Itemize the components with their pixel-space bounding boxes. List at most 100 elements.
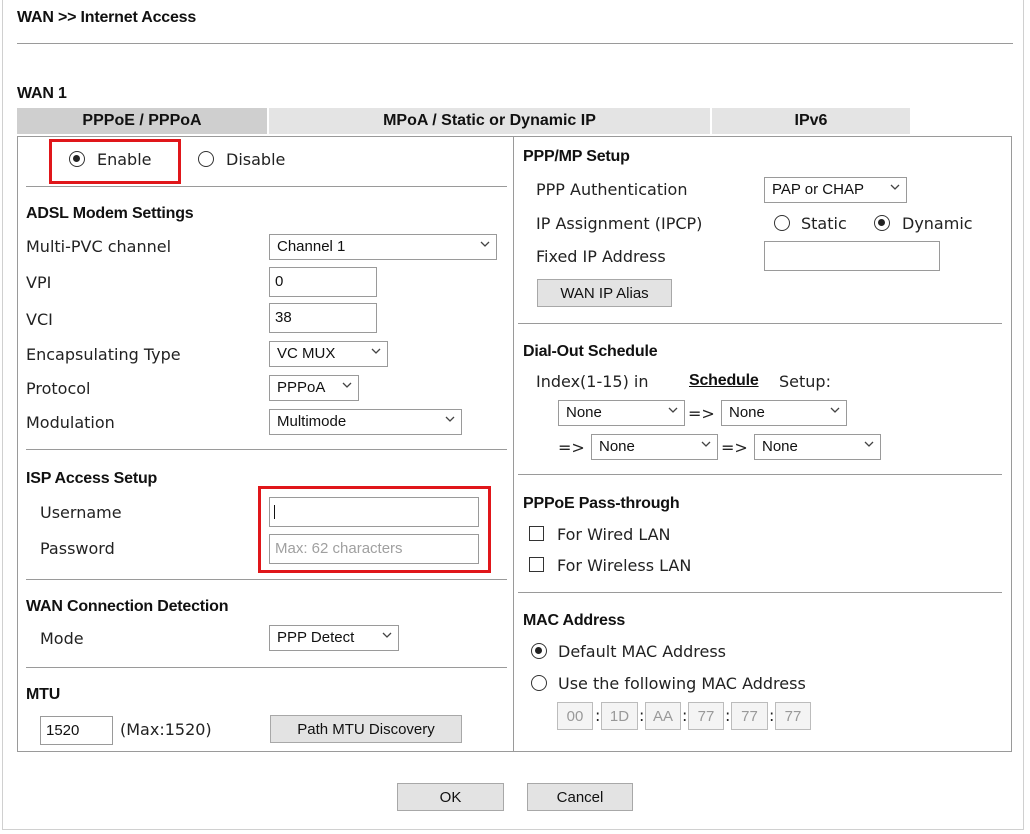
mode-select[interactable]: PPP Detect bbox=[269, 625, 399, 651]
divider bbox=[518, 474, 1002, 475]
schedule-select-1[interactable]: None bbox=[558, 400, 685, 426]
schedule-value-1: None bbox=[566, 404, 602, 421]
disable-radio[interactable] bbox=[198, 151, 214, 167]
fixed-ip-label: Fixed IP Address bbox=[536, 247, 666, 266]
path-mtu-discovery-button[interactable]: Path MTU Discovery bbox=[270, 715, 462, 743]
column-divider bbox=[513, 137, 514, 751]
mtu-max-text: (Max:1520) bbox=[120, 720, 212, 739]
mtu-section-title: MTU bbox=[26, 686, 61, 703]
mac-colon: : bbox=[595, 706, 601, 725]
modulation-label: Modulation bbox=[26, 413, 115, 432]
tab-mpoa[interactable]: MPoA / Static or Dynamic IP bbox=[269, 108, 710, 134]
schedule-index-text: Index(1-15) in bbox=[536, 372, 649, 391]
adsl-section-title: ADSL Modem Settings bbox=[26, 205, 194, 222]
schedule-value-4: None bbox=[762, 438, 798, 455]
mac-octet-5[interactable]: 77 bbox=[731, 702, 768, 730]
modulation-select[interactable]: Multimode bbox=[269, 409, 462, 435]
chevron-down-icon bbox=[890, 184, 900, 190]
chevron-down-icon bbox=[371, 348, 381, 354]
disable-label: Disable bbox=[226, 150, 286, 169]
cancel-button[interactable]: Cancel bbox=[527, 783, 633, 811]
protocol-label: Protocol bbox=[26, 379, 91, 398]
wan-title: WAN 1 bbox=[17, 85, 67, 102]
tab-pppoe[interactable]: PPPoE / PPPoA bbox=[17, 108, 267, 134]
schedule-link[interactable]: Schedule bbox=[689, 372, 759, 390]
dynamic-label: Dynamic bbox=[902, 214, 973, 233]
ip-assignment-label: IP Assignment (IPCP) bbox=[536, 214, 703, 233]
ok-button[interactable]: OK bbox=[397, 783, 504, 811]
schedule-setup-text: Setup: bbox=[779, 372, 831, 391]
vpi-input[interactable]: 0 bbox=[269, 267, 377, 297]
mac-octet-2[interactable]: 1D bbox=[601, 702, 638, 730]
schedule-section-title: Dial-Out Schedule bbox=[523, 343, 658, 360]
chevron-down-icon bbox=[668, 407, 678, 413]
multi-pvc-value: Channel 1 bbox=[277, 238, 346, 255]
multi-pvc-select[interactable]: Channel 1 bbox=[269, 234, 497, 260]
chevron-down-icon bbox=[830, 407, 840, 413]
credentials-highlight-box bbox=[258, 486, 491, 573]
wired-lan-checkbox[interactable] bbox=[529, 526, 544, 541]
vci-label: VCI bbox=[26, 310, 53, 329]
mac-octet-4[interactable]: 77 bbox=[688, 702, 724, 730]
schedule-select-4[interactable]: None bbox=[754, 434, 881, 460]
encap-select[interactable]: VC MUX bbox=[269, 341, 388, 367]
mtu-input[interactable]: 1520 bbox=[40, 716, 113, 745]
mode-label: Mode bbox=[40, 629, 84, 648]
schedule-select-2[interactable]: None bbox=[721, 400, 847, 426]
default-mac-label: Default MAC Address bbox=[558, 642, 726, 661]
schedule-select-3[interactable]: None bbox=[591, 434, 718, 460]
mac-colon: : bbox=[725, 706, 731, 725]
mac-colon: : bbox=[639, 706, 645, 725]
fixed-ip-input[interactable] bbox=[764, 241, 940, 271]
custom-mac-radio[interactable] bbox=[531, 675, 547, 691]
wireless-lan-checkbox[interactable] bbox=[529, 557, 544, 572]
dynamic-radio[interactable] bbox=[874, 215, 890, 231]
ppp-section-title: PPP/MP Setup bbox=[523, 148, 630, 165]
multi-pvc-label: Multi-PVC channel bbox=[26, 237, 172, 256]
default-mac-radio[interactable] bbox=[531, 643, 547, 659]
schedule-value-3: None bbox=[599, 438, 635, 455]
detection-section-title: WAN Connection Detection bbox=[26, 598, 229, 615]
isp-section-title: ISP Access Setup bbox=[26, 470, 158, 487]
tab-ipv6[interactable]: IPv6 bbox=[712, 108, 910, 134]
chevron-down-icon bbox=[864, 441, 874, 447]
static-label: Static bbox=[801, 214, 847, 233]
modulation-value: Multimode bbox=[277, 413, 347, 430]
mode-value: PPP Detect bbox=[277, 629, 355, 646]
protocol-select[interactable]: PPPoA bbox=[269, 375, 359, 401]
wan-ip-alias-button[interactable]: WAN IP Alias bbox=[537, 279, 672, 307]
encap-label: Encapsulating Type bbox=[26, 345, 181, 364]
chevron-down-icon bbox=[342, 382, 352, 388]
chevron-down-icon bbox=[382, 632, 392, 638]
mac-octet-3[interactable]: AA bbox=[645, 702, 681, 730]
password-label: Password bbox=[40, 539, 115, 558]
breadcrumb-divider bbox=[17, 43, 1013, 44]
custom-mac-label: Use the following MAC Address bbox=[558, 674, 806, 693]
mac-octet-6[interactable]: 77 bbox=[775, 702, 811, 730]
protocol-value: PPPoA bbox=[277, 379, 326, 396]
mac-octet-1[interactable]: 00 bbox=[557, 702, 593, 730]
ppp-auth-select[interactable]: PAP or CHAP bbox=[764, 177, 907, 203]
username-label: Username bbox=[40, 503, 122, 522]
ppp-auth-value: PAP or CHAP bbox=[772, 181, 864, 198]
static-radio[interactable] bbox=[774, 215, 790, 231]
schedule-arrow: => bbox=[688, 404, 715, 423]
divider bbox=[26, 667, 507, 668]
vpi-label: VPI bbox=[26, 273, 52, 292]
schedule-value-2: None bbox=[729, 404, 765, 421]
divider bbox=[26, 449, 507, 450]
wired-lan-label: For Wired LAN bbox=[557, 525, 671, 544]
divider bbox=[26, 186, 507, 187]
mac-colon: : bbox=[682, 706, 688, 725]
mac-colon: : bbox=[769, 706, 775, 725]
divider bbox=[26, 579, 507, 580]
passthrough-section-title: PPPoE Pass-through bbox=[523, 495, 680, 512]
schedule-arrow: => bbox=[721, 438, 748, 457]
breadcrumb: WAN >> Internet Access bbox=[17, 9, 197, 26]
chevron-down-icon bbox=[480, 241, 490, 247]
wireless-lan-label: For Wireless LAN bbox=[557, 556, 692, 575]
ppp-auth-label: PPP Authentication bbox=[536, 180, 688, 199]
divider bbox=[518, 592, 1002, 593]
chevron-down-icon bbox=[445, 416, 455, 422]
vci-input[interactable]: 38 bbox=[269, 303, 377, 333]
